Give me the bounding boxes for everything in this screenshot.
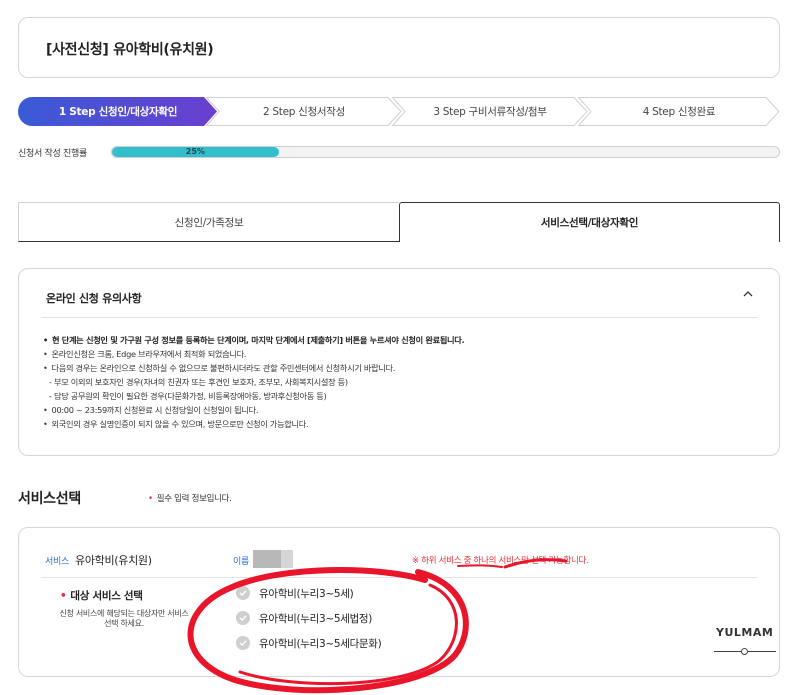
target-service-hint: 신청 서비스에 해당되는 대상자만 서비스 선택 하세요. (59, 609, 189, 628)
notice-panel: 온라인 신청 유의사항 현 단계는 신청인 및 가구원 구성 정보를 등록하는 … (18, 268, 780, 456)
required-note: • 필수 입력 정보입니다. (148, 492, 232, 504)
step-2: 2 Step 신청서작성 (206, 97, 402, 126)
name-label: 이름 (233, 557, 249, 567)
tab-service-selection[interactable]: 서비스선택/대상자확인 (399, 202, 780, 242)
progress-bar: 25% (111, 146, 780, 158)
step-2-label: 2 Step 신청서작성 (263, 106, 345, 118)
service-option-label: 유아학비(누리3~5세) (259, 587, 354, 600)
service-label: 서비스 (45, 557, 69, 567)
notice-item: 다음의 경우는 온라인으로 신청하실 수 없으므로 불편하시더라도 관할 주민센… (43, 361, 464, 375)
name-redacted-edge (281, 550, 293, 568)
service-name: 유아학비(유치원) (75, 554, 152, 567)
notice-divider (41, 317, 757, 318)
step-1: 1 Step 신청인/대상자확인 (18, 97, 218, 126)
progress-label: 신청서 작성 진행률 (18, 149, 87, 159)
watermark-dot (741, 648, 748, 655)
step-1-label: 1 Step 신청인/대상자확인 (58, 106, 178, 118)
tab-bar: 신청인/가족정보 서비스선택/대상자확인 (18, 202, 780, 242)
warning-text: ※ 하위 서비스 중 하나의 서비스만 선택 가능합니다. (412, 556, 589, 566)
service-option[interactable]: 유아학비(누리3~5세) (236, 585, 354, 601)
notice-subitem: - 담당 공무원의 확인이 필요한 경우(다문화가정, 비등록장애아동, 방과후… (49, 391, 327, 401)
required-dot: • (148, 494, 153, 504)
page-title-box: [사전신청] 유아학비(유치원) (18, 17, 780, 78)
target-service-text: 대상 서비스 선택 (70, 590, 143, 602)
service-option-label: 유아학비(누리3~5세법정) (259, 612, 373, 625)
required-note-text: 필수 입력 정보입니다. (156, 494, 232, 504)
check-icon[interactable] (236, 611, 250, 625)
notice-item: 온라인신청은 크롬, Edge 브라우저에서 최적화 되었습니다. (43, 347, 464, 361)
check-icon[interactable] (236, 636, 250, 650)
tab-applicant-family[interactable]: 신청인/가족정보 (18, 202, 399, 242)
notice-item: 00:00 ~ 23:59까지 신청완료 시 신청당일이 신청일이 됩니다. (43, 403, 464, 417)
notice-subitem: - 부모 이외의 보호자인 경우(자녀의 친권자 또는 후견인 보호자, 조부모… (49, 377, 348, 387)
step-4-label: 4 Step 신청완료 (642, 106, 716, 118)
service-option-label: 유아학비(누리3~5세다문화) (259, 637, 382, 650)
notice-item: 현 단계는 신청인 및 가구원 구성 정보를 등록하는 단계이며, 마지막 단계… (43, 333, 465, 347)
required-dot: • (60, 590, 67, 602)
section-title: 서비스선택 (18, 491, 81, 507)
step-3-label: 3 Step 구비서류작성/첨부 (433, 106, 547, 118)
watermark: YULMAM (716, 626, 774, 639)
progress-text: 25% (185, 147, 205, 156)
notice-item: 외국인의 경우 실명인증이 되지 않을 수 있으며, 방문으로만 신청이 가능합… (43, 417, 464, 431)
service-box: 서비스 유아학비(유치원) 이름 ※ 하위 서비스 중 하나의 서비스만 선택 … (18, 527, 780, 677)
step-progress: 1 Step 신청인/대상자확인 2 Step 신청서작성 3 Step 구비서… (18, 97, 780, 126)
target-service-label: • 대상 서비스 선택 (60, 588, 143, 603)
step-4: 4 Step 신청완료 (578, 97, 780, 126)
page-title: [사전신청] 유아학비(유치원) (46, 42, 214, 58)
step-3: 3 Step 구비서류작성/첨부 (392, 97, 588, 126)
service-option[interactable]: 유아학비(누리3~5세법정) (236, 610, 372, 626)
notice-list: 현 단계는 신청인 및 가구원 구성 정보를 등록하는 단계이며, 마지막 단계… (43, 333, 465, 431)
notice-title: 온라인 신청 유의사항 (46, 292, 142, 305)
service-option[interactable]: 유아학비(누리3~5세다문화) (236, 635, 382, 651)
chevron-up-icon[interactable] (742, 288, 754, 300)
service-divider (41, 577, 757, 578)
check-icon[interactable] (236, 586, 250, 600)
